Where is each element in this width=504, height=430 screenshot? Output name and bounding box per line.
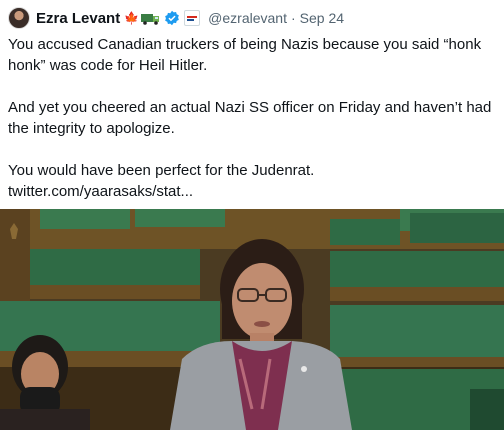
tweet-body: You accused Canadian truckers of being N… (8, 34, 496, 202)
video-media[interactable] (0, 209, 504, 430)
author-name[interactable]: Ezra Levant (36, 10, 120, 27)
tweet-paragraph-3-text: You would have been perfect for the Jude… (8, 162, 315, 179)
separator-dot: · (290, 10, 296, 26)
tweet-header: Ezra Levant 🍁 @ezralevant · Sep 24 (8, 7, 498, 29)
maple-leaf-icon: 🍁 (124, 11, 140, 25)
verified-badge-icon (165, 10, 179, 26)
author-avatar[interactable] (8, 7, 30, 29)
tweet-paragraph-1: You accused Canadian truckers of being N… (8, 36, 482, 74)
tweet-paragraph-2: And yet you cheered an actual Nazi SS of… (8, 99, 492, 137)
video-frame (0, 209, 504, 430)
author-handle[interactable]: @ezralevant (208, 10, 287, 26)
tweet-paragraph-3: You would have been perfect for the Jude… (8, 160, 496, 202)
tweet-link[interactable]: twitter.com/yaarasaks/stat... (8, 181, 496, 202)
tweet-date[interactable]: Sep 24 (300, 10, 344, 26)
truck-icon (141, 13, 160, 25)
affiliation-badge-icon[interactable] (184, 10, 201, 26)
